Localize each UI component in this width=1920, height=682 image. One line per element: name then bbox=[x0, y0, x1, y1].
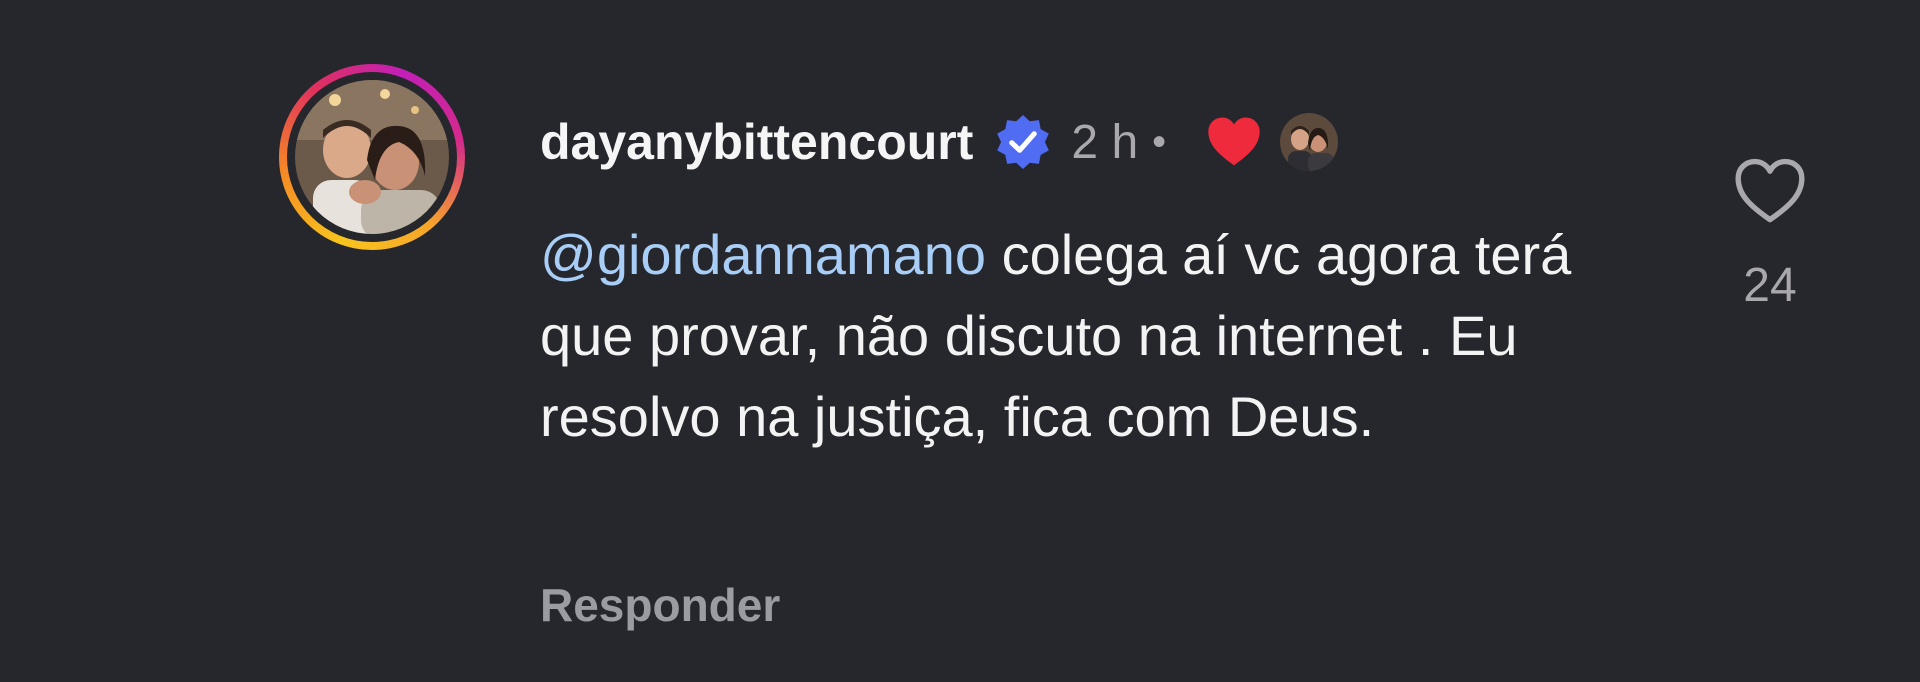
verified-badge-icon bbox=[997, 115, 1050, 169]
avatar[interactable] bbox=[295, 80, 449, 234]
comment-item: dayanybittencourt 2 h • @giordannamano c… bbox=[0, 0, 1920, 682]
comment-text: @giordannamano colega aí vc agora terá q… bbox=[540, 214, 1600, 457]
heart-outline-icon[interactable] bbox=[1731, 156, 1809, 226]
heart-filled-icon bbox=[1208, 117, 1260, 166]
like-column: 24 bbox=[1730, 156, 1810, 313]
reply-button[interactable]: Responder bbox=[540, 578, 780, 632]
like-count: 24 bbox=[1743, 259, 1797, 312]
creator-avatar bbox=[1280, 113, 1339, 171]
username[interactable]: dayanybittencourt bbox=[540, 113, 973, 171]
comment-header: dayanybittencourt 2 h • bbox=[540, 112, 1339, 172]
mention-link[interactable]: @giordannamano bbox=[540, 223, 986, 286]
separator-dot: • bbox=[1152, 119, 1167, 164]
story-ring[interactable] bbox=[279, 64, 465, 250]
timestamp: 2 h bbox=[1071, 115, 1139, 169]
